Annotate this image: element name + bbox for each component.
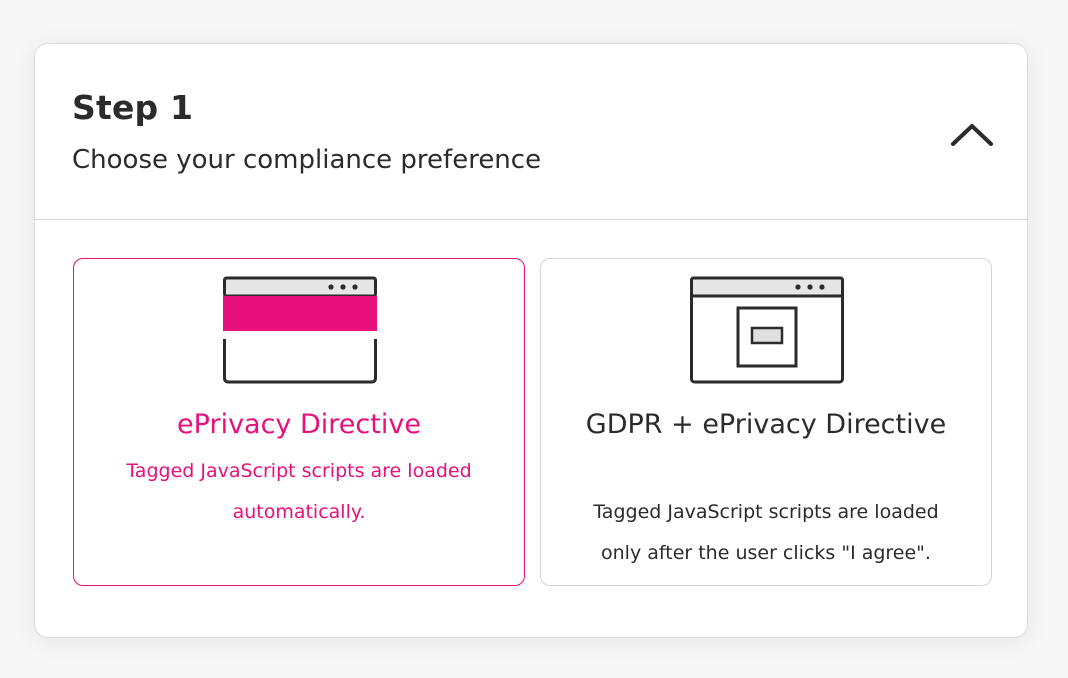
compliance-step-card: Step 1 Choose your compliance preference — [34, 43, 1028, 638]
option-title: GDPR + ePrivacy Directive — [585, 409, 947, 440]
option-eprivacy[interactable]: ePrivacy Directive Tagged JavaScript scr… — [73, 258, 525, 586]
chevron-up-icon[interactable] — [947, 114, 997, 154]
compliance-options: ePrivacy Directive Tagged JavaScript scr… — [73, 258, 993, 586]
step-subtitle: Choose your compliance preference — [72, 145, 542, 175]
step-title: Step 1 — [72, 88, 194, 127]
page: Step 1 Choose your compliance preference — [0, 0, 1068, 678]
step-header[interactable]: Step 1 Choose your compliance preference — [35, 44, 1027, 220]
browser-modal-icon — [690, 275, 844, 389]
option-description: Tagged JavaScript scripts are loaded aut… — [126, 460, 472, 523]
browser-banner-icon — [223, 275, 377, 389]
option-description: Tagged JavaScript scripts are loaded onl… — [593, 501, 939, 564]
option-title: ePrivacy Directive — [177, 409, 421, 440]
option-gdpr-eprivacy[interactable]: GDPR + ePrivacy Directive Tagged JavaScr… — [540, 258, 992, 586]
